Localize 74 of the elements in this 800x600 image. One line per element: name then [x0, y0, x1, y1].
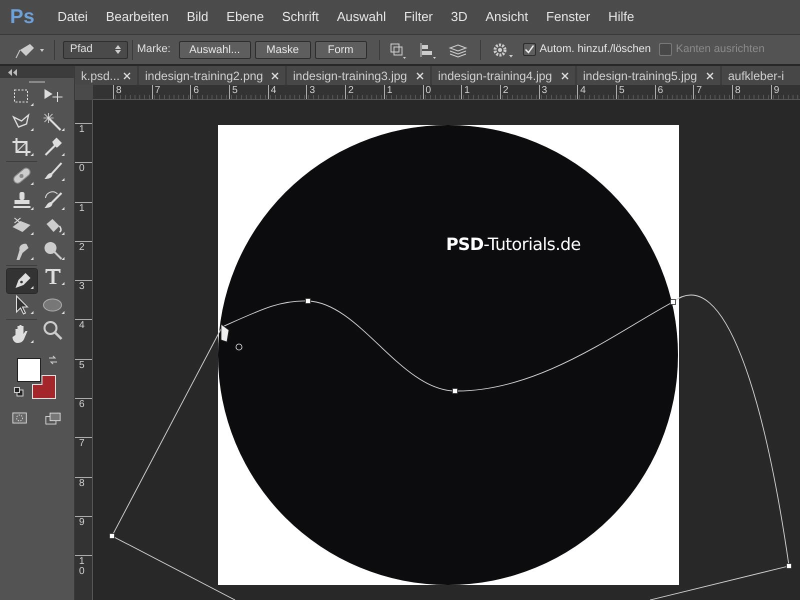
close-icon[interactable]	[561, 72, 569, 80]
ruler-number: 2	[348, 85, 354, 96]
ruler-number: 8	[79, 478, 85, 489]
up-down-caret-icon	[115, 45, 121, 54]
close-icon[interactable]	[271, 72, 279, 80]
watermark-text: PSD-Tutorials.de	[446, 234, 581, 257]
path-operations-icon[interactable]	[388, 40, 408, 58]
option-button[interactable]: Auswahl...	[178, 40, 251, 58]
option-button[interactable]: Maske	[254, 40, 311, 58]
document-tab[interactable]: aufkleber-i	[722, 66, 800, 85]
ruler-number: 1	[79, 204, 85, 214]
close-icon[interactable]	[123, 72, 131, 80]
ruler-number: 5	[618, 85, 624, 96]
bezier-path-drawing[interactable]	[109, 295, 792, 600]
ruler-number: 0	[79, 164, 85, 174]
ruler-number: 6	[193, 85, 199, 96]
ruler-number: 4	[270, 85, 276, 96]
menu-item[interactable]: Bearbeiten	[96, 7, 178, 27]
ruler-number: 7	[79, 439, 85, 450]
ruler-number: 7	[154, 85, 160, 96]
ruler-number: 8	[116, 85, 122, 96]
menu-item[interactable]: Hilfe	[599, 7, 644, 27]
document-tab[interactable]: indesign-training5.jpg	[577, 66, 720, 85]
ruler-number: 1	[386, 85, 392, 96]
ruler-number: 2	[502, 85, 508, 96]
ruler-number: 5	[232, 85, 238, 96]
menu-item[interactable]: Filter	[394, 7, 442, 27]
ruler-number: 2	[79, 242, 85, 253]
ruler-number: 4	[79, 321, 85, 332]
ruler-number: 6	[79, 400, 85, 410]
document-tab[interactable]: indesign-training3.jpg	[287, 66, 430, 85]
pen-cursor-icon	[220, 323, 242, 350]
ruler-number: 1	[79, 125, 85, 135]
document-tab[interactable]: k.psd...	[75, 66, 137, 85]
ruler-number: 1	[464, 85, 470, 96]
menu-item[interactable]: Bild	[178, 7, 218, 27]
close-icon[interactable]	[416, 72, 424, 80]
ruler-number: 7	[696, 85, 702, 96]
menu-item[interactable]: Datei	[48, 7, 97, 27]
foreground-color-swatch[interactable]	[17, 358, 41, 382]
collapse-icon[interactable]	[8, 68, 18, 76]
pen-nib-icon[interactable]	[6, 269, 36, 293]
document-tab[interactable]: indesign-training2.png	[139, 66, 285, 85]
menu-item[interactable]: Schrift	[273, 7, 328, 27]
ruler-number: 9	[79, 518, 85, 528]
ruler-number: 3	[542, 85, 548, 96]
align-icon[interactable]	[418, 40, 438, 58]
ruler-number: 10	[79, 557, 85, 578]
menu-item[interactable]: Fenster	[537, 7, 600, 27]
mode-dropdown[interactable]: Pfad	[63, 40, 128, 58]
document-tab[interactable]: indesign-training4.jpg	[432, 66, 575, 85]
ruler-number: 5	[79, 360, 85, 371]
ruler-number: 9	[774, 85, 780, 96]
swap-arrows-icon[interactable]	[48, 355, 58, 365]
quick-mask-icon[interactable]	[12, 411, 28, 425]
menu-item[interactable]: 3D	[442, 7, 476, 27]
settings-gear-icon[interactable]	[490, 40, 515, 58]
make-label: Marke:	[137, 42, 171, 58]
ruler-number: 0	[426, 85, 432, 96]
ruler-number: 3	[309, 85, 315, 96]
menu-item[interactable]: Ebene	[217, 7, 273, 27]
default-colors-icon[interactable]	[14, 387, 24, 397]
ruler-number: 4	[580, 85, 586, 96]
menu-item[interactable]: Auswahl	[328, 7, 395, 27]
screen-mode-icon[interactable]	[45, 411, 62, 427]
ruler-number: 6	[658, 85, 664, 96]
menu-item[interactable]: Ansicht	[476, 7, 538, 27]
ruler-number: 3	[79, 282, 85, 292]
close-icon[interactable]	[706, 72, 714, 80]
app-logo: Ps	[10, 5, 34, 30]
ruler-number: 8	[735, 85, 741, 96]
checkbox[interactable]	[522, 43, 536, 56]
checkbox-label: Autom. hinzuf./löschen	[540, 42, 651, 58]
option-button[interactable]: Form	[314, 40, 367, 58]
